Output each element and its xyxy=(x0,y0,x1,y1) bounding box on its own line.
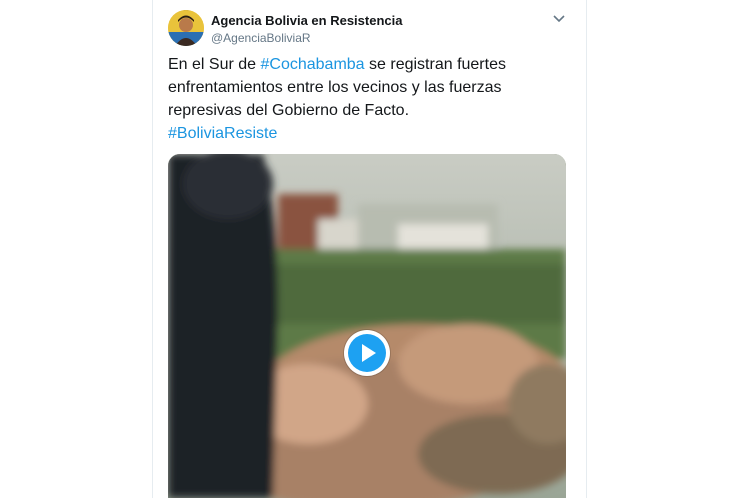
tweet-card: Agencia Bolivia en Resistencia @AgenciaB… xyxy=(152,0,587,498)
chevron-down-icon[interactable] xyxy=(551,12,567,24)
video-player[interactable] xyxy=(168,154,566,498)
play-button-circle xyxy=(348,334,386,372)
avatar[interactable] xyxy=(168,10,204,46)
video-thumbnail xyxy=(168,154,566,498)
author-name[interactable]: Agencia Bolivia en Resistencia xyxy=(211,13,402,28)
tweet-text: En el Sur de #Cochabamba se registran fu… xyxy=(168,53,573,145)
play-icon xyxy=(362,344,376,362)
author-handle[interactable]: @AgenciaBoliviaR xyxy=(211,31,311,45)
hashtag-link[interactable]: #Cochabamba xyxy=(261,56,365,73)
play-button[interactable] xyxy=(344,330,390,376)
tweet-text-segment: En el Sur de xyxy=(168,56,261,73)
hashtag-link[interactable]: #BoliviaResiste xyxy=(168,125,277,142)
